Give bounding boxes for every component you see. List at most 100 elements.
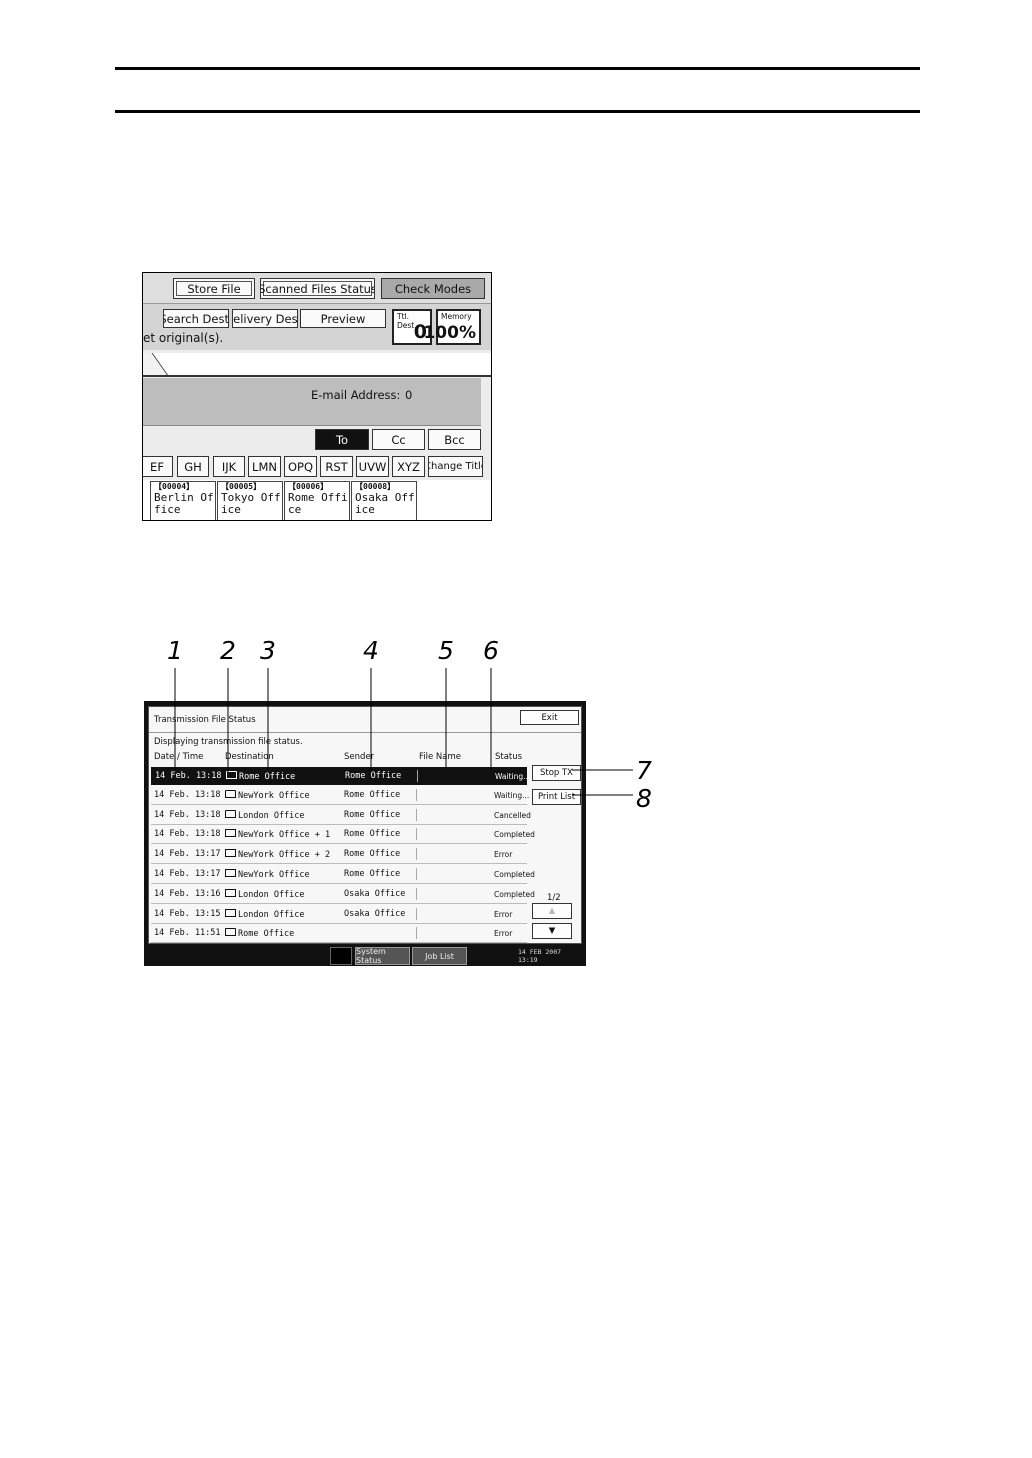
arrow-up-icon: ▲ (548, 906, 556, 916)
row-destination-text: NewYork Office + 1 (238, 830, 331, 841)
row-date: 14 Feb. 13:15 (154, 908, 221, 919)
column-divider (417, 770, 418, 782)
alpha-key-ijk[interactable]: IJK (213, 456, 245, 477)
alpha-key-lmn[interactable]: LMN (248, 456, 281, 477)
row-sender: Osaka Office (344, 908, 406, 919)
table-row[interactable]: 14 Feb. 13:16 London Office Osaka Office Co… (151, 886, 535, 904)
tab-edge[interactable] (143, 353, 168, 375)
scroll-up-button[interactable]: ▲ (532, 903, 572, 919)
callout-number-7: 7 (636, 756, 652, 785)
entry-name: Rome Office (288, 491, 348, 516)
column-divider (416, 927, 417, 940)
stop-tx-button[interactable]: Stop TX (532, 765, 581, 781)
table-row[interactable]: 14 Feb. 13:15 London Office Osaka Office Er… (151, 906, 527, 924)
destination-entry[interactable]: 【00005】 Tokyo Office (217, 481, 283, 520)
mail-icon (225, 829, 236, 838)
table-row[interactable]: 14 Feb. 11:51 Rome Office Error (151, 925, 527, 944)
table-row[interactable]: 14 Feb. 13:18 London Office Rome Office Can… (151, 807, 531, 825)
alpha-key-gh[interactable]: GH (177, 456, 209, 477)
title-divider (149, 732, 581, 733)
panel-subtitle: Displaying transmission file status. (154, 737, 303, 747)
destination-column-header: Destination (225, 752, 274, 762)
folder-icon (225, 809, 236, 818)
cc-button[interactable]: Cc (372, 429, 425, 450)
callout-number-1: 1 (167, 636, 183, 665)
exit-button[interactable]: Exit (520, 710, 579, 725)
bcc-button[interactable]: Bcc (428, 429, 481, 450)
row-date: 14 Feb. 13:16 (154, 888, 221, 899)
system-status-button[interactable]: System Status (355, 947, 410, 965)
row-destination-text: Rome Office (239, 772, 296, 782)
alpha-key-opq[interactable]: OPQ (284, 456, 317, 477)
row-status: Error (494, 850, 513, 860)
store-file-button[interactable]: Store File (173, 278, 255, 299)
delivery-dest-button[interactable]: Delivery Dest. (232, 309, 298, 328)
panel-title: Transmission File Status (154, 715, 256, 725)
column-divider (416, 868, 417, 880)
row-status: Completed (494, 889, 535, 899)
to-button[interactable]: To (315, 429, 369, 450)
row-sender: Rome Office (344, 809, 401, 820)
row-destination: London Office (225, 809, 305, 821)
row-date: 14 Feb. 13:18 (154, 809, 221, 820)
table-row[interactable]: 14 Feb. 13:18 NewYork Office Rome Office Wa… (151, 787, 530, 805)
alpha-key-ef[interactable]: EF (143, 456, 173, 477)
destination-list: 【00004】 Berlin Office 【00005】 Tokyo Offi… (143, 480, 491, 520)
alpha-key-uvw[interactable]: UVW (356, 456, 389, 477)
memory-counter: Memory 100% (423, 309, 481, 345)
row-status: Waiting... (495, 772, 531, 781)
row-destination-text: NewYork Office (238, 870, 310, 880)
folder-icon (226, 771, 237, 779)
column-divider (416, 907, 417, 920)
callout-number-5: 5 (438, 636, 454, 665)
mail-icon (225, 888, 236, 897)
destination-entry[interactable]: 【00008】 Osaka Office (351, 481, 417, 520)
row-status: Completed (494, 870, 535, 879)
header-rule (115, 110, 920, 113)
check-modes-button[interactable]: Check Modes (381, 278, 485, 299)
row-date: 14 Feb. 11:51 (154, 928, 221, 939)
table-row[interactable]: 14 Feb. 13:17 NewYork Office Rome Office Co… (151, 866, 535, 884)
top-toolbar: Store File Scanned Files Status Check Mo… (143, 273, 491, 304)
entry-name: Osaka Office (355, 491, 415, 516)
row-sender: Rome Office (344, 869, 401, 879)
folder-icon (225, 789, 236, 798)
row-destination-text: Rome Office (238, 929, 295, 940)
scanned-files-status-button[interactable]: Scanned Files Status (260, 278, 375, 299)
counter-value: 100% (423, 323, 476, 343)
sender-column-header: Sender (344, 752, 375, 762)
row-destination-text: London Office (238, 889, 305, 900)
search-dest-button[interactable]: Search Dest. (163, 309, 229, 328)
print-list-button[interactable]: Print List (532, 789, 581, 805)
scroll-down-button[interactable]: ▼ (532, 923, 572, 939)
row-destination-text: NewYork Office (238, 790, 310, 801)
row-destination-text: London Office (238, 909, 305, 920)
table-row[interactable]: 14 Feb. 13:17 NewYork Office + 2 Rome Offi… (151, 846, 527, 865)
status-panel: Transmission File Status Exit Displaying… (148, 706, 582, 944)
row-destination: Rome Office (225, 928, 294, 939)
row-date: 14 Feb. 13:17 (154, 869, 221, 879)
callout-number-8: 8 (636, 784, 652, 813)
row-date: 14 Feb. 13:17 (154, 849, 221, 860)
row-destination: NewYork Office (225, 869, 310, 880)
callout-number-3: 3 (260, 636, 276, 665)
alpha-key-rst[interactable]: RST (320, 456, 353, 477)
mail-icon (225, 849, 236, 858)
row-destination: London Office (225, 908, 305, 920)
row-destination: NewYork Office + 2 (225, 849, 330, 860)
table-row[interactable]: 14 Feb. 13:18 Rome Office Rome Office Waiti… (151, 767, 531, 785)
table-row[interactable]: 14 Feb. 13:18 NewYork Office + 1 Rome Offi… (151, 826, 535, 845)
job-list-button[interactable]: Job List (412, 947, 467, 965)
destination-entry[interactable]: 【00004】 Berlin Office (150, 481, 216, 520)
alpha-key-xyz[interactable]: XYZ (392, 456, 425, 477)
folder-icon (225, 928, 236, 937)
row-status: Waiting... (494, 790, 530, 800)
email-address-label: E-mail Address: (311, 388, 401, 402)
row-destination: NewYork Office + 1 (225, 829, 330, 840)
clock-date: 14 FEB 2007 (518, 948, 562, 956)
scanner-screen: Store File Scanned Files Status Check Mo… (142, 272, 492, 521)
preview-button[interactable]: Preview (300, 309, 386, 328)
change-title-button[interactable]: Change Title (428, 456, 483, 477)
destination-entry[interactable]: 【00006】 Rome Office (284, 481, 350, 520)
row-date: 14 Feb. 13:18 (154, 789, 221, 800)
